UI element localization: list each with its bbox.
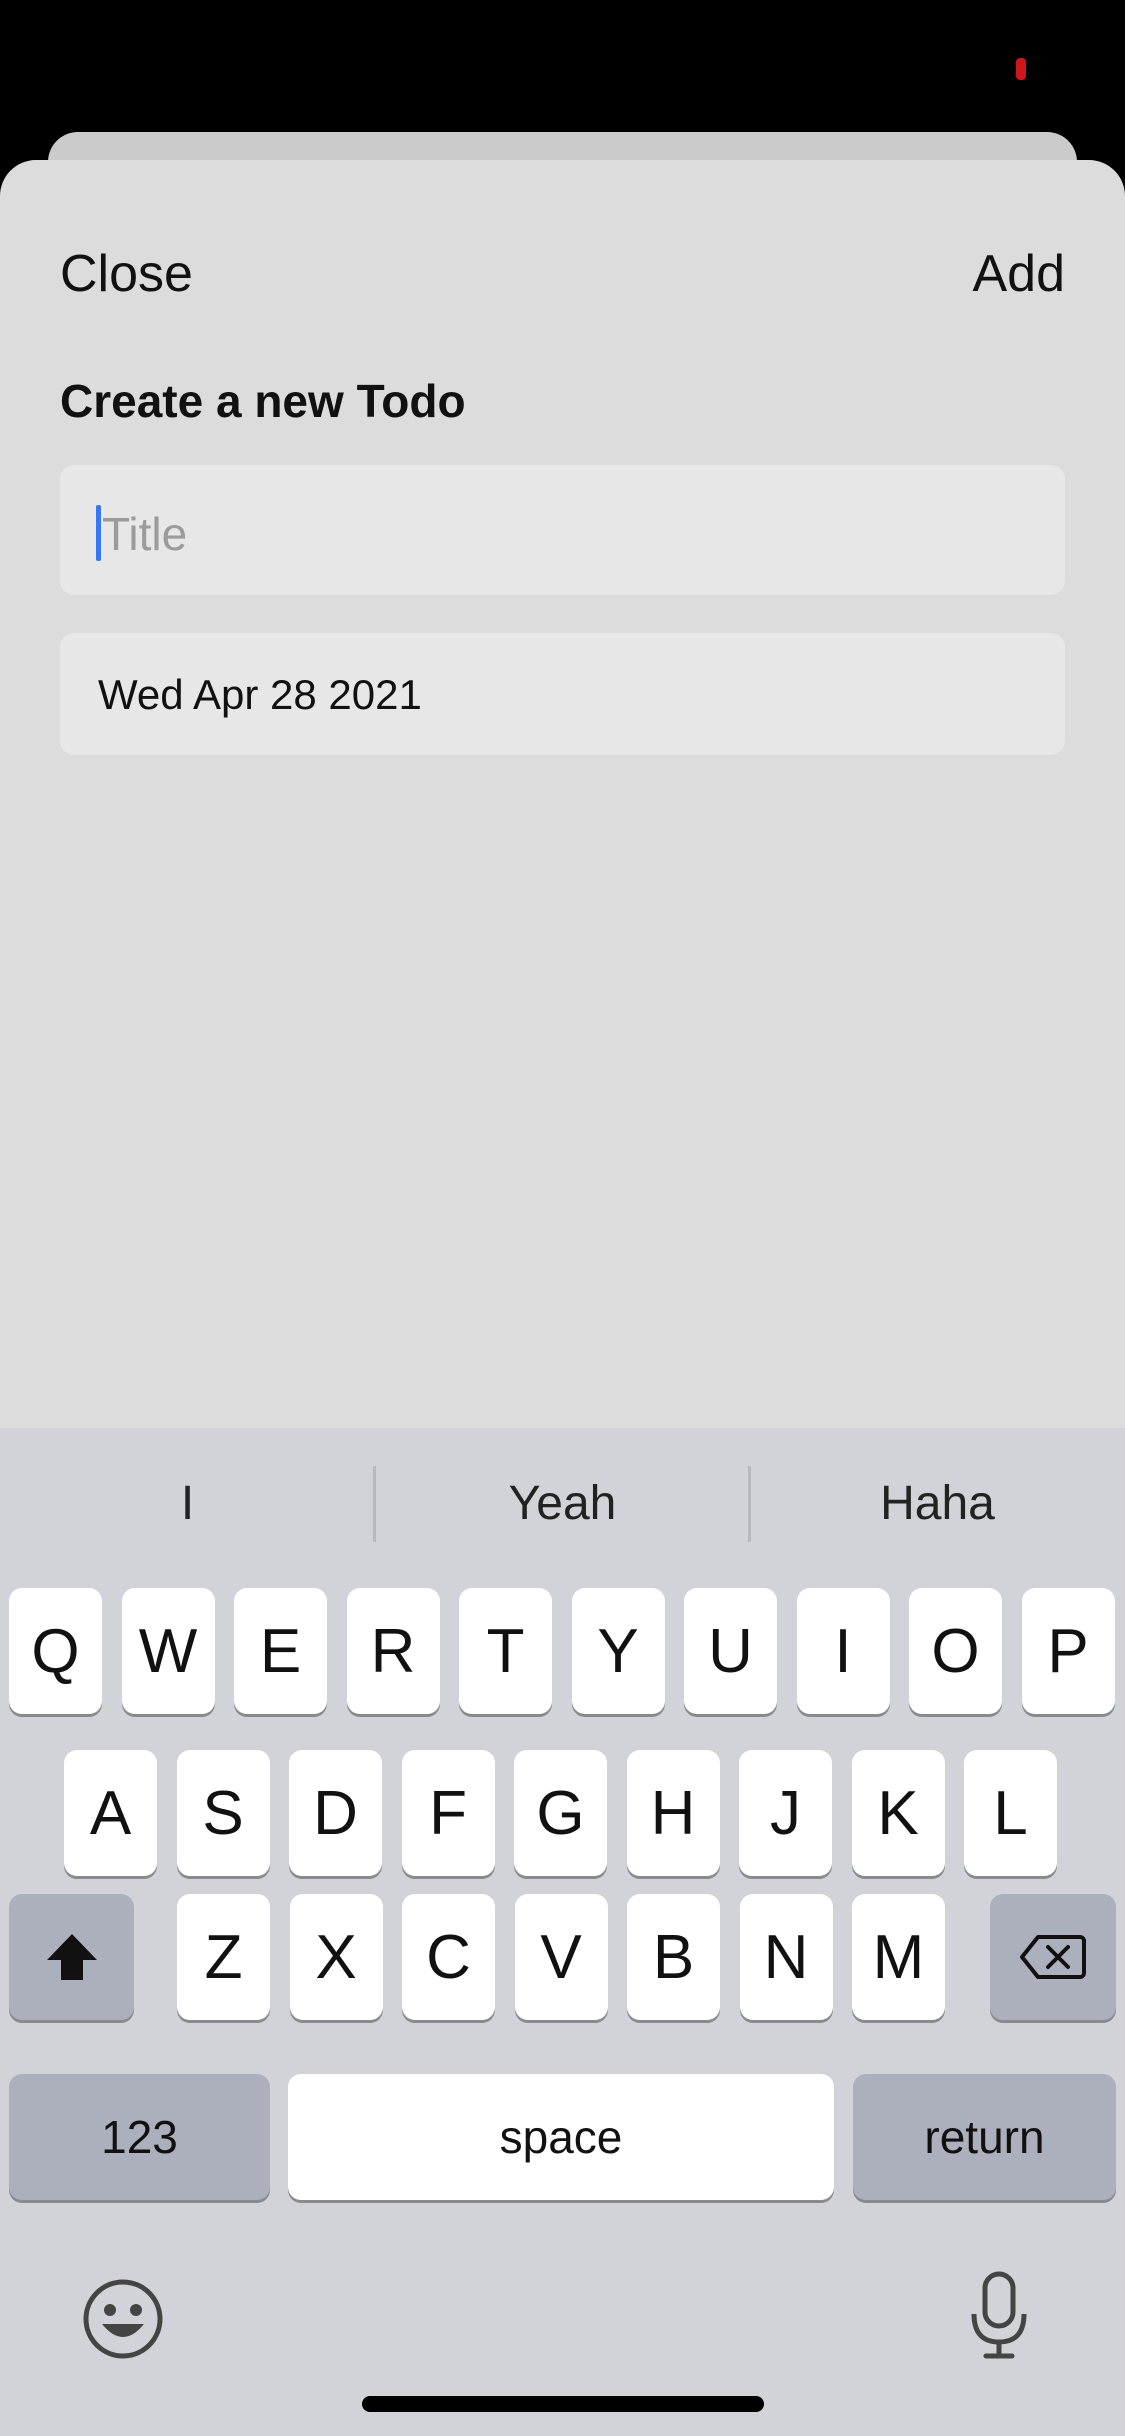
key-b[interactable]: B bbox=[627, 1894, 720, 2020]
backspace-icon bbox=[1018, 1933, 1088, 1981]
key-o[interactable]: O bbox=[909, 1588, 1002, 1714]
status-bar bbox=[0, 0, 1125, 140]
key-e[interactable]: E bbox=[234, 1588, 327, 1714]
numbers-key[interactable]: 123 bbox=[9, 2074, 270, 2200]
add-button[interactable]: Add bbox=[972, 248, 1065, 300]
title-input[interactable]: Title bbox=[60, 465, 1065, 595]
key-w[interactable]: W bbox=[121, 1588, 215, 1714]
home-indicator bbox=[362, 2396, 764, 2412]
suggestion-item[interactable]: Haha bbox=[750, 1428, 1125, 1578]
key-d[interactable]: D bbox=[289, 1750, 382, 1876]
key-f[interactable]: F bbox=[401, 1750, 495, 1876]
key-h[interactable]: H bbox=[626, 1750, 720, 1876]
microphone-icon[interactable] bbox=[968, 2270, 1030, 2367]
key-c[interactable]: C bbox=[402, 1894, 495, 2020]
key-v[interactable]: V bbox=[514, 1894, 608, 2020]
recording-indicator bbox=[1016, 58, 1026, 80]
key-p[interactable]: P bbox=[1021, 1588, 1115, 1714]
key-g[interactable]: G bbox=[514, 1750, 607, 1876]
suggestion-bar: I Yeah Haha bbox=[0, 1428, 1125, 1578]
page-title: Create a new Todo bbox=[60, 375, 466, 427]
key-z[interactable]: Z bbox=[177, 1894, 270, 2020]
shift-icon bbox=[43, 1930, 101, 1984]
key-k[interactable]: K bbox=[851, 1750, 945, 1876]
date-picker-field[interactable]: Wed Apr 28 2021 bbox=[60, 633, 1065, 755]
date-value: Wed Apr 28 2021 bbox=[98, 671, 422, 718]
backspace-key[interactable] bbox=[990, 1894, 1116, 2020]
key-q[interactable]: Q bbox=[9, 1588, 102, 1714]
text-caret bbox=[96, 505, 101, 561]
shift-key[interactable] bbox=[9, 1894, 134, 2020]
suggestion-item[interactable]: Yeah bbox=[375, 1428, 750, 1578]
key-i[interactable]: I bbox=[796, 1588, 890, 1714]
key-t[interactable]: T bbox=[459, 1588, 552, 1714]
keyboard: I Yeah Haha QWERTYUIOP ASDFGHJKL ZXCVBNM… bbox=[0, 1428, 1125, 2436]
key-m[interactable]: M bbox=[852, 1894, 945, 2020]
suggestion-item[interactable]: I bbox=[0, 1428, 375, 1578]
key-x[interactable]: X bbox=[289, 1894, 383, 2020]
key-l[interactable]: L bbox=[964, 1750, 1057, 1876]
key-a[interactable]: A bbox=[64, 1750, 157, 1876]
key-j[interactable]: J bbox=[739, 1750, 832, 1876]
space-key[interactable]: space bbox=[288, 2074, 834, 2200]
key-u[interactable]: U bbox=[684, 1588, 777, 1714]
key-r[interactable]: R bbox=[346, 1588, 440, 1714]
key-y[interactable]: Y bbox=[571, 1588, 665, 1714]
title-placeholder: Title bbox=[102, 508, 188, 560]
emoji-icon[interactable] bbox=[82, 2278, 164, 2365]
return-key[interactable]: return bbox=[853, 2074, 1116, 2200]
key-n[interactable]: N bbox=[739, 1894, 833, 2020]
key-s[interactable]: S bbox=[176, 1750, 270, 1876]
close-button[interactable]: Close bbox=[60, 248, 193, 300]
